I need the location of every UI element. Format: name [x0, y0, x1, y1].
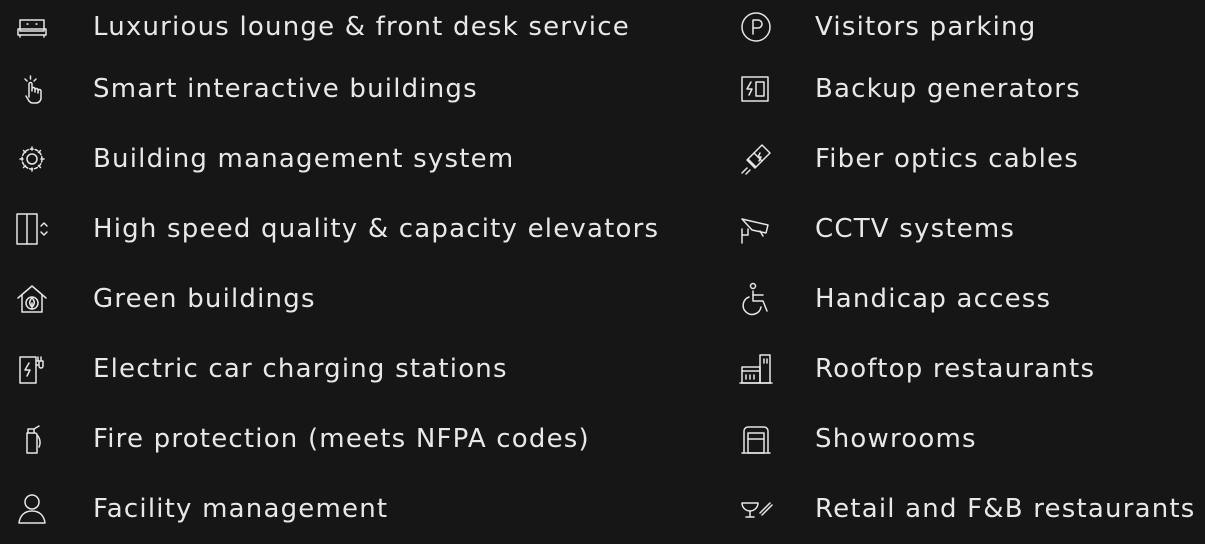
fiber-cable-icon — [738, 141, 774, 177]
amenity-item: Facility management — [14, 474, 387, 544]
amenity-item: High speed quality & capacity elevators — [14, 194, 658, 264]
amenity-item: CCTV systems — [738, 194, 1014, 264]
amenity-item: Smart interactive buildings — [14, 54, 477, 124]
amenities-right-column: Visitors parking Backup generators Fiber… — [738, 0, 1194, 544]
sofa-icon — [14, 9, 50, 45]
amenity-label: Rooftop restaurants — [815, 354, 1096, 384]
amenity-label: Facility management — [93, 494, 389, 524]
amenity-item: Visitors parking — [738, 0, 1035, 54]
amenity-item: Fiber optics cables — [738, 124, 1078, 194]
amenity-label: Electric car charging stations — [93, 354, 508, 384]
amenity-label: Showrooms — [815, 424, 977, 454]
amenity-label: Green buildings — [93, 284, 316, 314]
amenity-item: Green buildings — [14, 264, 314, 334]
gear-icon — [14, 141, 50, 177]
amenity-label: Backup generators — [815, 74, 1081, 104]
cctv-camera-icon — [738, 211, 774, 247]
amenity-item: Building management system — [14, 124, 513, 194]
amenity-label: Building management system — [93, 144, 515, 174]
amenity-item: Handicap access — [738, 264, 1050, 334]
ev-charger-icon — [14, 351, 50, 387]
amenity-item: Rooftop restaurants — [738, 334, 1094, 404]
amenity-item: Retail and F&B restaurants — [738, 474, 1194, 544]
amenity-label: Fiber optics cables — [815, 144, 1079, 174]
amenity-item: Showrooms — [738, 404, 976, 474]
green-house-icon — [14, 281, 50, 317]
parking-icon — [738, 9, 774, 45]
showroom-icon — [738, 421, 774, 457]
amenity-item: Fire protection (meets NFPA codes) — [14, 404, 589, 474]
elevator-icon — [14, 211, 50, 247]
amenity-label: Handicap access — [815, 284, 1052, 314]
dining-icon — [738, 491, 774, 527]
person-icon — [14, 491, 50, 527]
generator-icon — [738, 71, 774, 107]
amenity-label: High speed quality & capacity elevators — [93, 214, 660, 244]
amenity-item: Electric car charging stations — [14, 334, 507, 404]
amenity-item: Luxurious lounge & front desk service — [14, 0, 629, 54]
amenity-item: Backup generators — [738, 54, 1080, 124]
amenity-label: Luxurious lounge & front desk service — [93, 12, 630, 42]
amenity-label: CCTV systems — [815, 214, 1016, 244]
amenity-label: Smart interactive buildings — [93, 74, 478, 104]
amenities-left-column: Luxurious lounge & front desk service Sm… — [14, 0, 658, 544]
wheelchair-icon — [738, 281, 774, 317]
amenity-label: Visitors parking — [815, 12, 1037, 42]
amenity-label: Fire protection (meets NFPA codes) — [93, 424, 590, 454]
rooftop-building-icon — [738, 351, 774, 387]
fire-extinguisher-icon — [14, 421, 50, 457]
touch-icon — [14, 71, 50, 107]
amenity-label: Retail and F&B restaurants — [815, 494, 1196, 524]
